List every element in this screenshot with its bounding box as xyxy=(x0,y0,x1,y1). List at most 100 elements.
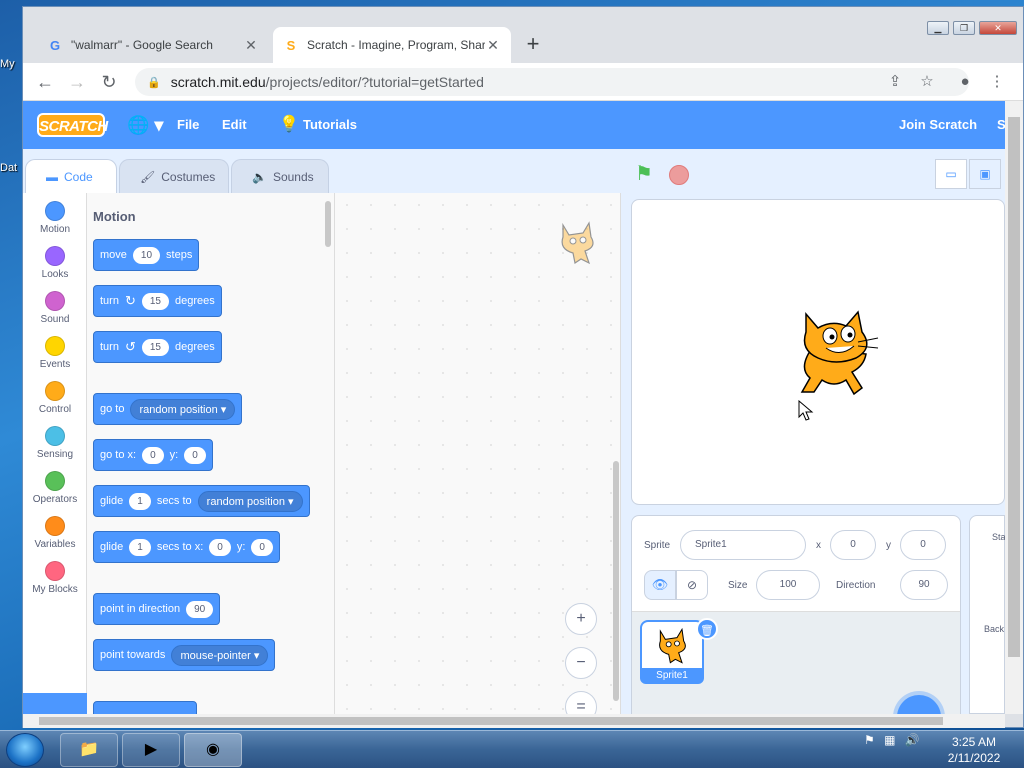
category-control[interactable]: Control xyxy=(23,381,87,415)
tab-costumes[interactable]: 🖌 Costumes xyxy=(119,159,229,193)
chrome-icon[interactable]: ◉ xyxy=(184,733,242,767)
scratch-logo[interactable]: SCRATCH xyxy=(37,113,108,137)
workspace-scrollbar[interactable] xyxy=(613,461,619,701)
x-input[interactable]: 0 xyxy=(142,446,164,464)
secs-input[interactable]: 1 xyxy=(129,492,151,510)
address-bar[interactable]: 🔒 scratch.mit.edu /projects/editor/?tuto… xyxy=(135,68,969,96)
partial-block[interactable] xyxy=(93,701,197,714)
scratch-cat-sprite[interactable] xyxy=(792,308,882,400)
sprite-direction-input[interactable]: 90 xyxy=(900,570,948,600)
block-text: degrees xyxy=(175,295,215,307)
kebab-menu-icon[interactable]: ⋮ xyxy=(985,70,1009,94)
palette-scrollbar[interactable] xyxy=(325,201,331,247)
rotate-left-icon: ↺ xyxy=(124,339,136,354)
media-player-icon[interactable]: ▶ xyxy=(122,733,180,767)
show-sprite-eye-icon[interactable]: 👁 xyxy=(644,570,676,600)
x-input[interactable]: 0 xyxy=(209,538,231,556)
bookmark-star-icon[interactable]: ☆ xyxy=(915,70,939,94)
stage-selector-pane[interactable]: Sta Back xyxy=(969,515,1005,714)
green-flag-icon[interactable]: ⚑ xyxy=(635,161,653,186)
category-operators[interactable]: Operators xyxy=(23,471,87,505)
direction-input[interactable]: 90 xyxy=(186,600,214,618)
minimize-button[interactable]: ▁ xyxy=(927,21,949,35)
degrees-input[interactable]: 15 xyxy=(141,292,169,310)
target-dropdown[interactable]: mouse-pointer ▾ xyxy=(171,644,269,666)
sprite-size-input[interactable]: 100 xyxy=(756,570,820,600)
profile-avatar-icon[interactable]: ● xyxy=(953,70,977,94)
tab-google-search[interactable]: G "walmarr" - Google Search ✕ xyxy=(37,27,269,63)
maximize-button[interactable]: ❐ xyxy=(953,21,975,35)
file-explorer-icon[interactable]: 📁 xyxy=(60,733,118,767)
go-to-xy-block[interactable]: go to x: 0 y: 0 xyxy=(93,439,213,471)
go-to-block[interactable]: go to random position ▾ xyxy=(93,393,243,425)
stop-icon[interactable] xyxy=(669,165,689,185)
glide-to-block[interactable]: glide 1 secs to random position ▾ xyxy=(93,485,310,517)
desktop-icon-label[interactable]: Dat xyxy=(0,162,17,174)
close-window-button[interactable]: ✕ xyxy=(979,21,1017,35)
tab-scratch[interactable]: S Scratch - Imagine, Program, Shar ✕ xyxy=(273,27,511,63)
category-sensing[interactable]: Sensing xyxy=(23,426,87,460)
scratch-editor: SCRATCH 🌐 ▾ File Edit 💡 Tutorials Join S… xyxy=(23,101,1005,714)
scrollbar-thumb[interactable] xyxy=(39,717,943,725)
tab-code[interactable]: ▬ Code xyxy=(25,159,117,193)
sprite-name-input[interactable]: Sprite1 xyxy=(680,530,806,560)
sign-in-link[interactable]: S xyxy=(997,101,1005,149)
steps-input[interactable]: 10 xyxy=(132,246,161,264)
file-menu[interactable]: File xyxy=(177,101,199,149)
degrees-input[interactable]: 15 xyxy=(141,338,169,356)
volume-icon[interactable]: 🔊 xyxy=(905,733,920,747)
point-towards-block[interactable]: point towards mouse-pointer ▾ xyxy=(93,639,276,671)
secs-input[interactable]: 1 xyxy=(129,538,151,556)
target-dropdown[interactable]: random position ▾ xyxy=(197,490,303,512)
normal-stage-button[interactable]: ▣ xyxy=(969,159,1001,189)
action-center-flag-icon[interactable]: ⚑ xyxy=(864,733,875,747)
sprite-thumbnail[interactable]: Sprite1 🗑 xyxy=(640,618,718,684)
point-in-direction-block[interactable]: point in direction 90 xyxy=(93,593,221,625)
join-scratch-link[interactable]: Join Scratch xyxy=(899,101,977,149)
y-input[interactable]: 0 xyxy=(251,538,273,556)
share-icon[interactable]: ⇪ xyxy=(883,70,907,94)
small-stage-button[interactable]: ▭ xyxy=(935,159,967,189)
start-button[interactable] xyxy=(6,733,44,767)
category-motion[interactable]: Motion xyxy=(23,201,87,235)
turn-right-block[interactable]: turn ↻ 15 degrees xyxy=(93,285,222,317)
category-events[interactable]: Events xyxy=(23,336,87,370)
taskbar: 📁 ▶ ◉ ⚑ ▦ 🔊 3:25 AM 2/11/2022 xyxy=(0,730,1024,768)
forward-arrow-icon[interactable]: → xyxy=(65,70,89,94)
close-tab-icon[interactable]: ✕ xyxy=(485,37,501,54)
close-tab-icon[interactable]: ✕ xyxy=(243,37,259,54)
turn-left-block[interactable]: turn ↺ 15 degrees xyxy=(93,331,222,363)
category-sound[interactable]: Sound xyxy=(23,291,87,325)
tab-sounds[interactable]: 🔈 Sounds xyxy=(231,159,329,193)
clock[interactable]: 3:25 AM 2/11/2022 xyxy=(942,734,1006,766)
add-extension-button[interactable] xyxy=(23,693,87,714)
stage[interactable] xyxy=(631,199,1005,505)
zoom-in-button[interactable]: + xyxy=(565,603,597,635)
back-arrow-icon[interactable]: ← xyxy=(33,70,57,94)
url-path: /projects/editor/?tutorial=getStarted xyxy=(265,74,484,90)
sprite-y-input[interactable]: 0 xyxy=(900,530,946,560)
tutorials-menu[interactable]: Tutorials xyxy=(303,101,357,149)
language-globe-icon[interactable]: 🌐 ▾ xyxy=(127,101,163,149)
reload-icon[interactable]: ↻ xyxy=(97,70,121,94)
target-dropdown[interactable]: random position ▾ xyxy=(130,398,236,420)
code-workspace[interactable] xyxy=(335,193,621,714)
page-vertical-scrollbar[interactable] xyxy=(1005,101,1023,714)
category-looks[interactable]: Looks xyxy=(23,246,87,280)
new-tab-button[interactable]: + xyxy=(521,33,545,57)
network-icon[interactable]: ▦ xyxy=(884,733,895,747)
page-horizontal-scrollbar[interactable] xyxy=(23,714,1005,728)
hide-sprite-eye-icon[interactable]: ⊘ xyxy=(676,570,708,600)
sprite-x-input[interactable]: 0 xyxy=(830,530,876,560)
zoom-out-button[interactable]: − xyxy=(565,647,597,679)
desktop-icon-label[interactable]: My xyxy=(0,58,15,70)
edit-menu[interactable]: Edit xyxy=(222,101,247,149)
trash-icon[interactable]: 🗑 xyxy=(696,618,718,640)
y-input[interactable]: 0 xyxy=(184,446,206,464)
scrollbar-thumb[interactable] xyxy=(1008,117,1020,657)
category-variables[interactable]: Variables xyxy=(23,516,87,550)
glide-xy-block[interactable]: glide 1 secs to x: 0 y: 0 xyxy=(93,531,280,563)
move-steps-block[interactable]: move 10 steps xyxy=(93,239,200,271)
url-domain: scratch.mit.edu xyxy=(170,74,266,90)
category-my-blocks[interactable]: My Blocks xyxy=(23,561,87,595)
